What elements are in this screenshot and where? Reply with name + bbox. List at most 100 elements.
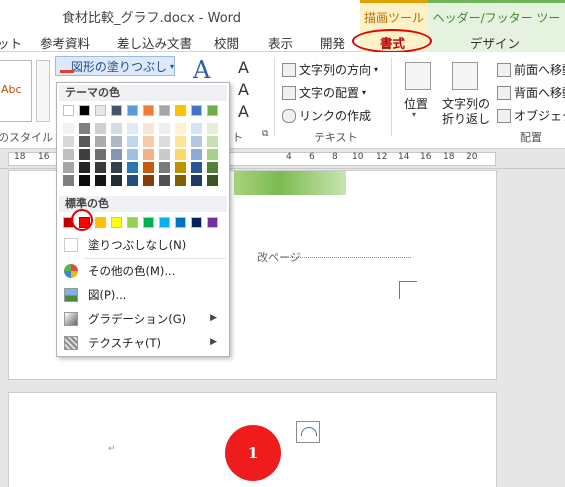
theme-shade-swatch[interactable] — [127, 175, 138, 186]
theme-shade-swatch[interactable] — [95, 175, 106, 186]
texture-item[interactable]: テクスチャ(T) ▶ — [59, 332, 227, 354]
tab-layout[interactable]: ット — [0, 33, 22, 52]
theme-shade-swatch[interactable] — [207, 149, 218, 160]
tab-references[interactable]: 参考資料 — [40, 33, 90, 52]
theme-shade-swatch[interactable] — [79, 149, 90, 160]
theme-shade-swatch[interactable] — [159, 149, 170, 160]
wrap-text-icon[interactable] — [452, 62, 478, 90]
theme-shade-swatch[interactable] — [63, 149, 74, 160]
theme-shade-swatch[interactable] — [95, 123, 106, 134]
more-colors-item[interactable]: その他の色(M)... — [59, 260, 227, 282]
theme-shade-swatch[interactable] — [191, 136, 202, 147]
send-backward-button[interactable]: 背面へ移動 — [497, 84, 565, 101]
standard-color-swatch[interactable] — [159, 217, 170, 228]
selection-pane-button[interactable]: オブジェクト — [497, 107, 565, 124]
tab-review[interactable]: 校閲 — [214, 33, 239, 52]
theme-shade-swatch[interactable] — [143, 162, 154, 173]
theme-shade-swatch[interactable] — [175, 136, 186, 147]
theme-shade-swatch[interactable] — [175, 149, 186, 160]
theme-shade-swatch[interactable] — [127, 136, 138, 147]
standard-color-swatch[interactable] — [111, 217, 122, 228]
theme-shade-swatch[interactable] — [127, 123, 138, 134]
theme-shade-swatch[interactable] — [143, 136, 154, 147]
no-fill-icon — [64, 238, 78, 252]
gradient-item[interactable]: グラデーション(G) ▶ — [59, 308, 227, 330]
theme-color-swatch[interactable] — [111, 105, 122, 116]
tab-design[interactable]: デザイン — [470, 33, 520, 52]
theme-shade-swatch[interactable] — [175, 175, 186, 186]
theme-color-swatch[interactable] — [191, 105, 202, 116]
standard-color-swatch[interactable] — [143, 217, 154, 228]
theme-color-swatch[interactable] — [207, 105, 218, 116]
theme-shade-swatch[interactable] — [111, 149, 122, 160]
shape-fill-button[interactable]: 図形の塗りつぶし ▾ — [55, 56, 175, 76]
theme-shade-swatch[interactable] — [191, 162, 202, 173]
theme-shade-swatch[interactable] — [63, 162, 74, 173]
theme-color-swatch[interactable] — [63, 105, 74, 116]
theme-shade-swatch[interactable] — [79, 123, 90, 134]
theme-shade-swatch[interactable] — [159, 175, 170, 186]
theme-shade-swatch[interactable] — [127, 162, 138, 173]
theme-shade-swatch[interactable] — [191, 149, 202, 160]
inserted-picture[interactable] — [234, 171, 346, 195]
layout-options-icon[interactable] — [296, 421, 320, 443]
theme-color-swatch[interactable] — [79, 105, 90, 116]
theme-shade-swatch[interactable] — [143, 149, 154, 160]
theme-shade-swatch[interactable] — [143, 123, 154, 134]
theme-shade-swatch[interactable] — [79, 162, 90, 173]
theme-shade-swatch[interactable] — [79, 175, 90, 186]
theme-shade-swatch[interactable] — [191, 123, 202, 134]
theme-shade-swatch[interactable] — [127, 149, 138, 160]
wordart-quick-styles-icon[interactable]: A — [193, 56, 210, 84]
gallery-scroll[interactable] — [36, 60, 50, 122]
position-icon[interactable] — [405, 62, 431, 90]
theme-shade-swatch[interactable] — [111, 136, 122, 147]
theme-shade-swatch[interactable] — [95, 162, 106, 173]
shape-style-gallery[interactable]: Abc — [0, 60, 32, 122]
theme-shade-swatch[interactable] — [175, 123, 186, 134]
dialog-launcher-icon[interactable]: ⧉ — [262, 129, 268, 139]
standard-color-swatch[interactable] — [191, 217, 202, 228]
theme-shade-swatch[interactable] — [207, 123, 218, 134]
theme-shade-swatch[interactable] — [63, 175, 74, 186]
theme-color-swatch[interactable] — [143, 105, 154, 116]
standard-color-swatch[interactable] — [207, 217, 218, 228]
theme-shade-swatch[interactable] — [159, 162, 170, 173]
standard-color-swatch[interactable] — [95, 217, 106, 228]
text-direction-button[interactable]: 文字列の方向 ▾ — [282, 61, 378, 78]
text-fill-icon[interactable]: A — [238, 58, 249, 77]
standard-color-swatch[interactable] — [127, 217, 138, 228]
theme-shade-swatch[interactable] — [63, 123, 74, 134]
theme-shade-swatch[interactable] — [63, 136, 74, 147]
theme-shade-swatch[interactable] — [159, 136, 170, 147]
theme-shade-swatch[interactable] — [111, 162, 122, 173]
theme-shade-swatch[interactable] — [207, 175, 218, 186]
theme-shade-swatch[interactable] — [191, 175, 202, 186]
theme-shade-swatch[interactable] — [175, 162, 186, 173]
tab-developer[interactable]: 開発 — [320, 33, 345, 52]
text-outline-icon[interactable]: A — [238, 80, 249, 99]
theme-shade-swatch[interactable] — [207, 162, 218, 173]
bring-forward-button[interactable]: 前面へ移動 — [497, 61, 565, 78]
theme-shade-swatch[interactable] — [159, 123, 170, 134]
theme-color-swatch[interactable] — [175, 105, 186, 116]
theme-shade-swatch[interactable] — [111, 175, 122, 186]
theme-shade-swatch[interactable] — [95, 149, 106, 160]
theme-shade-swatch[interactable] — [95, 136, 106, 147]
create-link-button[interactable]: リンクの作成 — [282, 107, 371, 124]
tab-view[interactable]: 表示 — [268, 33, 293, 52]
theme-color-swatch[interactable] — [127, 105, 138, 116]
theme-shade-swatch[interactable] — [207, 136, 218, 147]
text-align-button[interactable]: 文字の配置 ▾ — [282, 84, 366, 101]
theme-shade-swatch[interactable] — [143, 175, 154, 186]
tab-mailings[interactable]: 差し込み文書 — [117, 33, 192, 52]
number-shape[interactable]: 1 — [225, 425, 281, 481]
theme-color-swatch[interactable] — [95, 105, 106, 116]
theme-shade-swatch[interactable] — [79, 136, 90, 147]
no-fill-item[interactable]: 塗りつぶしなし(N) — [59, 234, 227, 256]
standard-color-swatch[interactable] — [175, 217, 186, 228]
theme-color-swatch[interactable] — [159, 105, 170, 116]
text-effects-icon[interactable]: A — [238, 102, 249, 121]
picture-fill-item[interactable]: 図(P)... — [59, 284, 227, 306]
theme-shade-swatch[interactable] — [111, 123, 122, 134]
